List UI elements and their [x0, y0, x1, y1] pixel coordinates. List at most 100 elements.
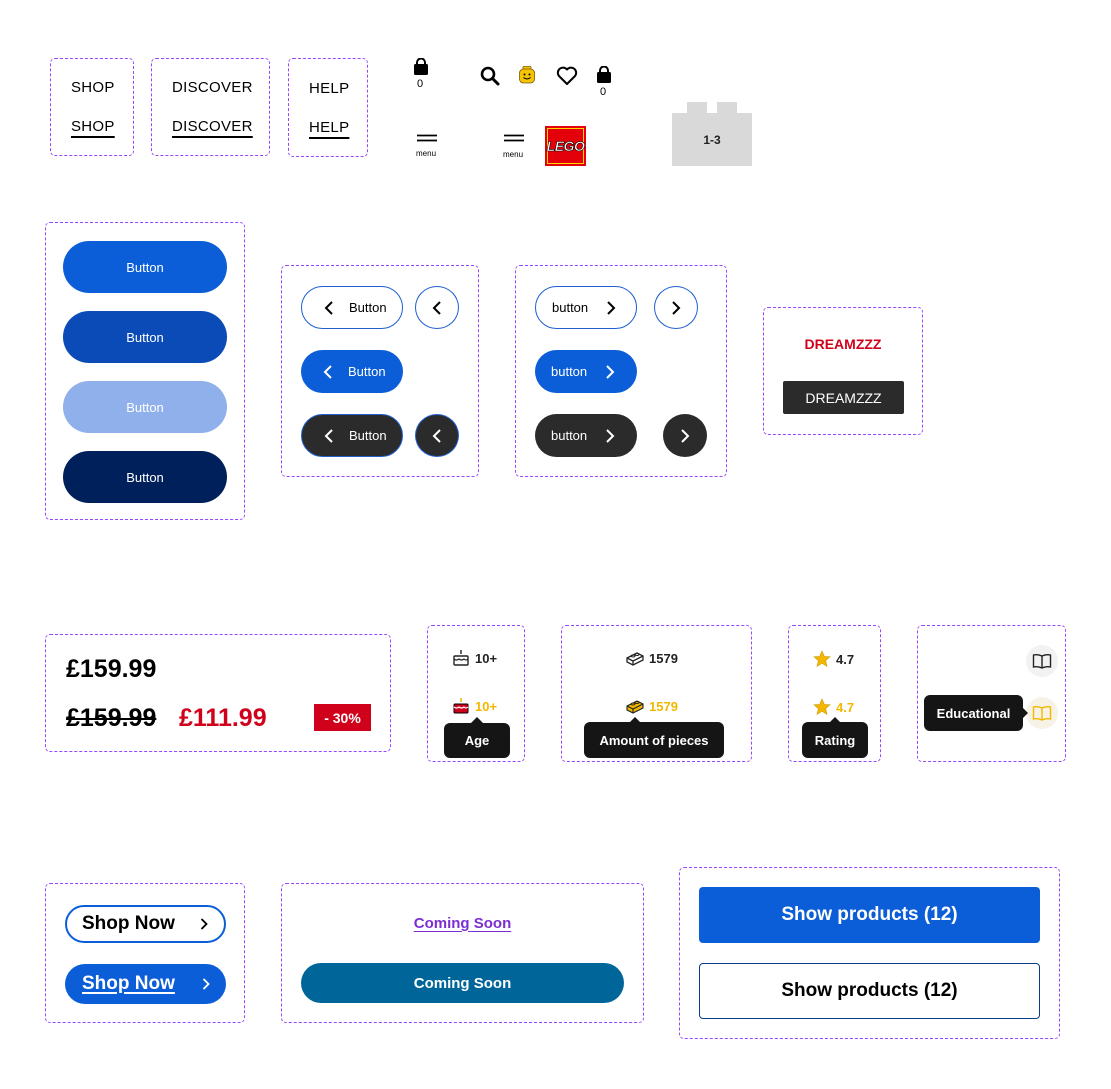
menu-label: menu	[416, 149, 437, 158]
age-value: 10+	[475, 698, 498, 714]
next-button-label: button	[551, 364, 588, 379]
nav-shop-link[interactable]: SHOP	[71, 79, 115, 96]
primary-button-disabled: Button	[63, 381, 227, 433]
chevron-right-icon	[681, 428, 690, 443]
show-products-button-filled[interactable]: Show products (12)	[699, 887, 1040, 943]
pieces-value: 1579	[649, 650, 678, 666]
bag-button-2[interactable]: 0	[594, 66, 614, 98]
menu-button-2[interactable]: menu	[501, 134, 527, 160]
back-button-blue[interactable]: Button	[301, 350, 403, 393]
age-attribute-active[interactable]: 10+	[452, 697, 497, 715]
nav-discover-link-underlined[interactable]: DISCOVER	[172, 118, 253, 135]
chevron-right-icon	[200, 918, 208, 930]
brick-body: 1-3	[672, 113, 752, 166]
lego-logo-inner: LEGO	[546, 128, 585, 164]
educational-tooltip: Educational	[924, 695, 1023, 731]
cake-icon	[453, 698, 469, 714]
regular-price: £159.99	[66, 655, 157, 683]
back-button-label: Button	[349, 428, 387, 443]
back-icon-button-outline[interactable]	[415, 286, 459, 329]
back-button-dark[interactable]: Button	[301, 414, 403, 457]
star-icon	[813, 698, 831, 716]
next-button-blue[interactable]: button	[535, 350, 637, 393]
next-buttons-frame: button button button	[515, 265, 727, 477]
chevron-left-icon	[432, 300, 441, 315]
rating-value: 4.7	[836, 699, 855, 715]
nav-help-link-underlined[interactable]: HELP	[309, 119, 349, 136]
nav-discover-link[interactable]: DISCOVER	[172, 79, 253, 96]
brick-outline-icon	[626, 652, 644, 666]
show-products-button-outline[interactable]: Show products (12)	[699, 963, 1040, 1019]
heart-icon[interactable]	[556, 66, 578, 86]
minifig-head-icon[interactable]	[518, 66, 536, 86]
educational-badge-active[interactable]	[1026, 697, 1058, 729]
shop-now-frame: Shop Now Shop Now	[45, 883, 245, 1023]
brick-label: 1-3	[703, 132, 721, 147]
back-button-label: Button	[348, 364, 386, 379]
rating-attribute-active[interactable]: 4.7	[813, 698, 854, 716]
chevron-left-icon	[324, 300, 333, 315]
shop-now-button-blue[interactable]: Shop Now	[65, 964, 226, 1004]
bag-count: 0	[417, 78, 424, 90]
nav-help-link[interactable]: HELP	[309, 80, 349, 97]
pieces-attribute[interactable]: 1579	[625, 650, 678, 666]
next-icon-button-dark[interactable]	[663, 414, 707, 457]
rating-tooltip: Rating	[802, 722, 868, 758]
hamburger-menu-icon	[504, 134, 524, 142]
back-icon-button-dark[interactable]	[415, 414, 459, 457]
back-buttons-frame: Button Button Button	[281, 265, 479, 477]
bag-button-1[interactable]: 0	[411, 58, 431, 90]
age-frame: 10+ 10+ Age	[427, 625, 525, 762]
sale-price: £111.99	[179, 704, 267, 732]
theme-tag-filled[interactable]: DREAMZZZ	[783, 381, 904, 414]
primary-button-hover[interactable]: Button	[63, 311, 227, 363]
next-button-outline[interactable]: button	[535, 286, 637, 329]
theme-tag-text[interactable]: DREAMZZZ	[764, 334, 922, 354]
shop-now-button-outline[interactable]: Shop Now	[65, 905, 226, 943]
coming-soon-link[interactable]: Coming Soon	[282, 912, 643, 934]
pieces-attribute-active[interactable]: 1579	[625, 698, 678, 714]
open-book-icon	[1032, 653, 1052, 669]
rating-frame: 4.7 4.7 Rating	[788, 625, 881, 762]
discount-badge: - 30%	[314, 704, 371, 731]
star-icon	[813, 650, 831, 668]
chevron-left-icon	[324, 428, 333, 443]
show-products-frame: Show products (12) Show products (12)	[679, 867, 1060, 1039]
search-icon[interactable]	[480, 66, 500, 86]
theme-tag-frame: DREAMZZZ DREAMZZZ	[763, 307, 923, 435]
coming-soon-button[interactable]: Coming Soon	[301, 963, 624, 1003]
coming-soon-frame: Coming Soon Coming Soon	[281, 883, 644, 1023]
nav-help-frame: HELP HELP	[288, 58, 368, 157]
primary-button-pressed[interactable]: Button	[63, 451, 227, 503]
age-tooltip: Age	[444, 723, 510, 758]
next-button-dark[interactable]: button	[535, 414, 637, 457]
menu-button-1[interactable]: menu	[414, 134, 440, 160]
lego-logo[interactable]: LEGO	[545, 126, 586, 166]
pieces-frame: 1579 1579 Amount of pieces	[561, 625, 752, 762]
brick-icon	[626, 700, 644, 714]
menu-label: menu	[503, 150, 524, 159]
pieces-value: 1579	[649, 698, 678, 714]
age-attribute[interactable]: 10+	[452, 649, 497, 667]
was-price: £159.99	[66, 704, 157, 732]
shopping-bag-icon	[414, 58, 428, 75]
shop-now-label: Shop Now	[82, 973, 175, 994]
rating-attribute[interactable]: 4.7	[813, 650, 854, 668]
age-value: 10+	[475, 650, 498, 666]
educational-badge[interactable]	[1026, 645, 1058, 677]
chevron-right-icon	[672, 300, 681, 315]
next-icon-button-outline[interactable]	[654, 286, 698, 329]
nav-shop-link-underlined[interactable]: SHOP	[71, 118, 115, 135]
primary-button[interactable]: Button	[63, 241, 227, 293]
price-frame: £159.99 £159.99 £111.99 - 30%	[45, 634, 391, 752]
nav-discover-frame: DISCOVER DISCOVER	[151, 58, 270, 156]
bag-count: 0	[600, 86, 607, 98]
back-button-label: Button	[349, 300, 387, 315]
lego-logo-text: LEGO	[546, 138, 585, 155]
next-button-label: button	[552, 300, 589, 315]
open-book-icon	[1032, 705, 1052, 721]
pieces-tooltip: Amount of pieces	[584, 722, 724, 758]
back-button-outline[interactable]: Button	[301, 286, 403, 329]
chevron-right-icon	[606, 428, 615, 443]
shopping-bag-icon	[597, 66, 611, 83]
